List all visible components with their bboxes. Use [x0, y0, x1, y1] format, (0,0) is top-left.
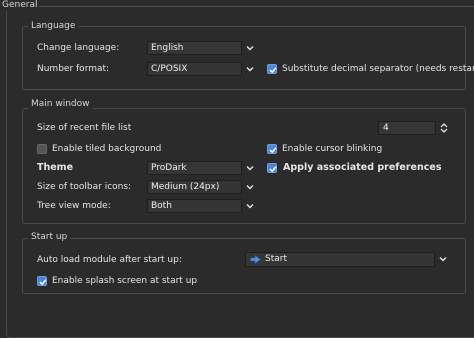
- chevron-down-icon: [246, 204, 254, 209]
- associated-preferences-label[interactable]: Apply associated preferences: [283, 162, 441, 174]
- chevron-down-icon: [246, 166, 254, 171]
- autoload-value: Start: [265, 254, 287, 264]
- checkmark-icon: [269, 67, 277, 74]
- theme-dropdown-button[interactable]: [243, 161, 257, 175]
- toolbar-icons-select[interactable]: Medium (24px): [147, 180, 242, 194]
- chevron-down-icon: [439, 257, 447, 262]
- theme-select[interactable]: ProDark: [147, 161, 242, 175]
- change-language-select[interactable]: English: [147, 41, 242, 55]
- autoload-select[interactable]: Start: [245, 252, 435, 267]
- number-format-label: Number format:: [37, 64, 110, 74]
- checkmark-icon: [269, 147, 277, 154]
- start-arrow-icon: [250, 255, 261, 264]
- tiled-background-label[interactable]: Enable tiled background: [52, 143, 161, 155]
- tiled-background-checkbox[interactable]: [37, 144, 47, 154]
- splash-screen-label[interactable]: Enable splash screen at start up: [52, 275, 197, 287]
- main-window-group-title: Main window: [28, 99, 93, 110]
- toolbar-icons-label: Size of toolbar icons:: [37, 182, 132, 192]
- toolbar-icons-dropdown-button[interactable]: [243, 180, 257, 194]
- chevron-down-icon: [246, 185, 254, 190]
- splash-screen-checkbox[interactable]: [37, 276, 47, 286]
- associated-preferences-checkbox[interactable]: [267, 163, 277, 173]
- recent-files-label: Size of recent file list: [37, 123, 132, 133]
- autoload-label: Auto load module after start up:: [37, 255, 182, 265]
- language-group: [22, 26, 466, 90]
- substitute-separator-checkbox[interactable]: [267, 64, 277, 74]
- tree-view-label: Tree view mode:: [37, 201, 111, 211]
- chevron-down-icon: [246, 46, 254, 51]
- number-format-dropdown-button[interactable]: [243, 62, 257, 76]
- checkmark-icon: [39, 279, 47, 286]
- chevron-down-icon: [246, 67, 254, 72]
- spin-up-down-icon: [440, 123, 448, 133]
- change-language-dropdown-button[interactable]: [243, 41, 257, 55]
- tree-view-dropdown-button[interactable]: [243, 199, 257, 213]
- checkmark-icon: [269, 166, 277, 173]
- change-language-label: Change language:: [37, 43, 120, 53]
- cursor-blinking-checkbox[interactable]: [267, 144, 277, 154]
- theme-label: Theme: [37, 162, 74, 173]
- startup-group-title: Start up: [28, 232, 71, 243]
- recent-files-spin-buttons[interactable]: [437, 121, 451, 135]
- number-format-select[interactable]: C/POSIX: [147, 62, 242, 76]
- language-group-title: Language: [28, 21, 79, 32]
- tree-view-select[interactable]: Both: [147, 199, 242, 213]
- general-group-title: General: [0, 0, 40, 11]
- autoload-dropdown-button[interactable]: [436, 252, 450, 267]
- recent-files-spinbox[interactable]: 4: [378, 121, 436, 135]
- substitute-separator-label[interactable]: Substitute decimal separator (needs rest…: [282, 63, 474, 75]
- cursor-blinking-label[interactable]: Enable cursor blinking: [282, 143, 382, 155]
